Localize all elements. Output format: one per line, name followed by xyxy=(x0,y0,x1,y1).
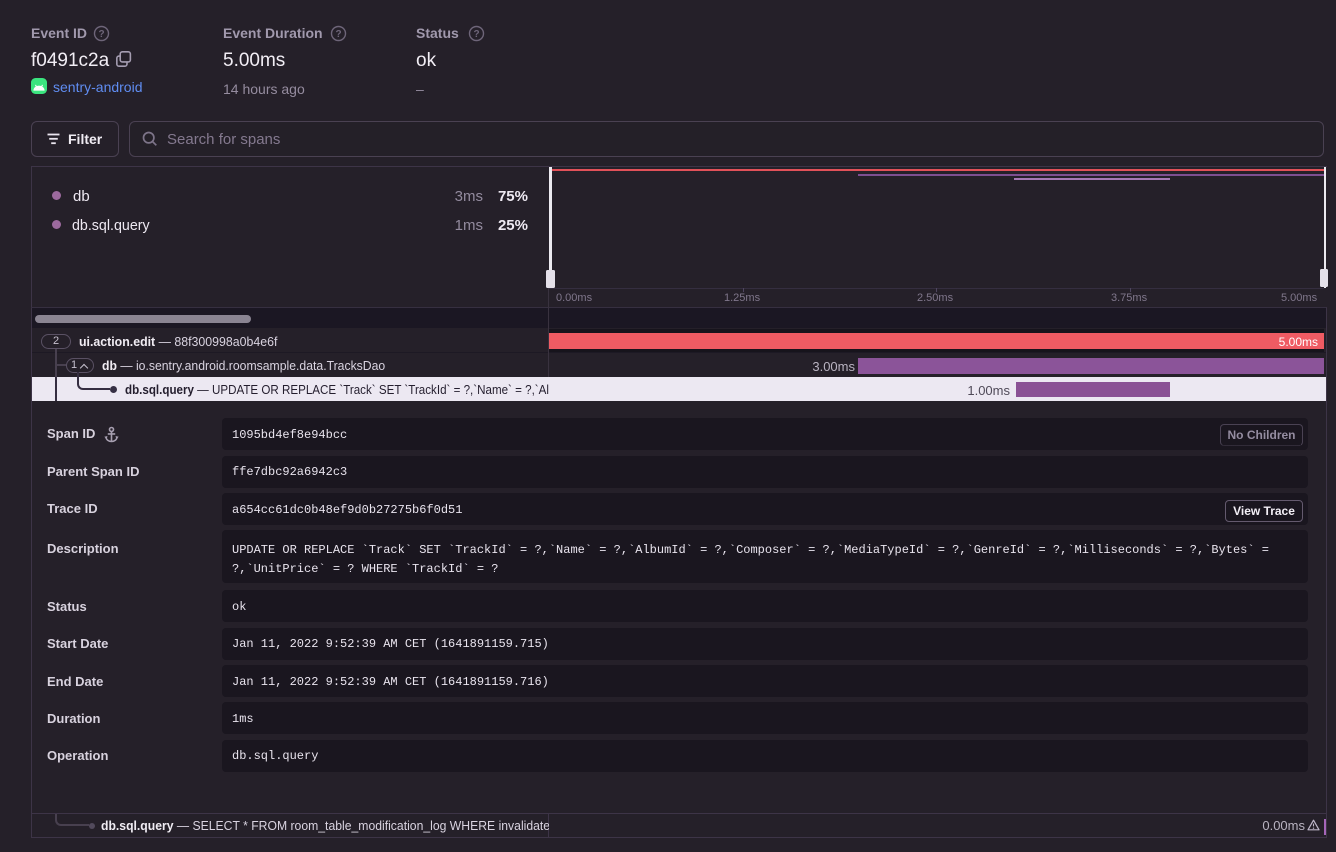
svg-text:?: ? xyxy=(98,29,104,40)
svg-text:?: ? xyxy=(473,29,479,40)
svg-text:?: ? xyxy=(335,29,341,40)
